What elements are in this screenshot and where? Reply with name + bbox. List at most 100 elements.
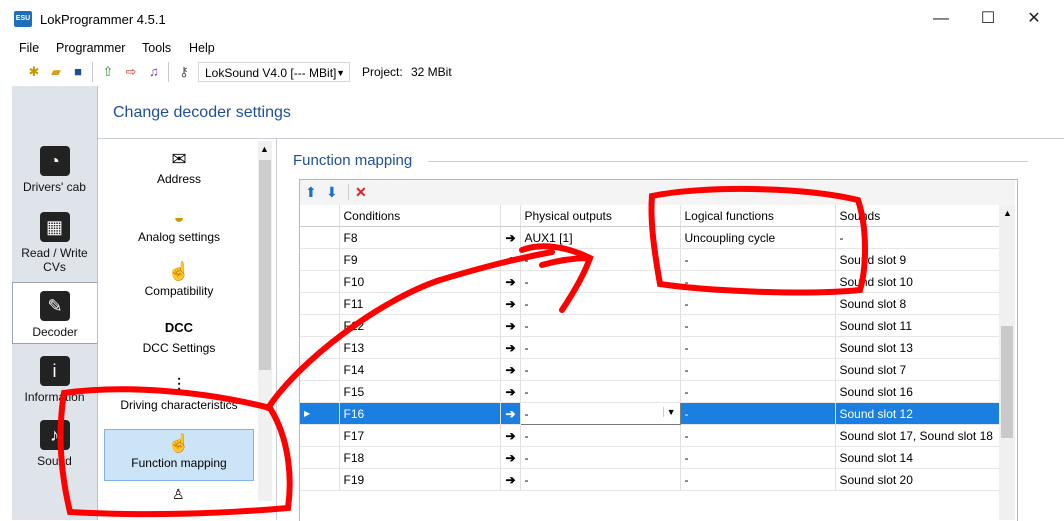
scroll-up-icon[interactable]: ▲ (260, 144, 269, 154)
cell-physical-output[interactable]: - (520, 270, 681, 293)
cell-physical-output[interactable]: - (520, 380, 681, 403)
nav-sound[interactable]: ♪ Sound (12, 420, 97, 468)
table-row[interactable]: ▶ F16 ➔ - ▼ - Sound slot 12 (300, 402, 1000, 425)
cell-sound[interactable]: Sound slot 9 (835, 248, 1000, 271)
delete-icon[interactable]: ✕ (355, 184, 367, 201)
column-header-sounds[interactable]: Sounds (835, 205, 1000, 227)
cell-condition[interactable]: F12 (339, 314, 501, 337)
cell-sound[interactable]: Sound slot 16 (835, 380, 1000, 403)
table-row[interactable]: F10 ➔ - - Sound slot 10 (300, 270, 1000, 293)
cell-physical-output[interactable]: - (520, 358, 681, 381)
category-analog-settings[interactable]: ◒ Analog settings (104, 206, 254, 244)
cell-physical-output[interactable]: - (520, 446, 681, 469)
new-file-icon[interactable]: ✱ (26, 64, 42, 80)
category-address[interactable]: ✉ Address (104, 148, 254, 186)
cell-condition[interactable]: F8 (339, 226, 501, 249)
open-folder-icon[interactable]: ▰ (48, 64, 64, 80)
cell-sound[interactable]: Sound slot 10 (835, 270, 1000, 293)
table-row[interactable]: F8 ➔ AUX1 [1] Uncoupling cycle - (300, 226, 1000, 249)
cell-condition[interactable]: F11 (339, 292, 501, 315)
cell-sound[interactable]: Sound slot 13 (835, 336, 1000, 359)
cell-condition[interactable]: F18 (339, 446, 501, 469)
cell-logical-function[interactable]: - (680, 248, 836, 271)
cell-sound[interactable]: Sound slot 11 (835, 314, 1000, 337)
cell-logical-function[interactable]: - (680, 424, 836, 447)
table-row[interactable]: F9 ➔ - - Sound slot 9 (300, 248, 1000, 271)
cell-sound[interactable]: Sound slot 12 (835, 402, 1000, 425)
table-row[interactable]: F11 ➔ - - Sound slot 8 (300, 292, 1000, 315)
category-next-icon[interactable]: ♙ (172, 486, 185, 503)
cell-physical-output[interactable]: - ▼ (519, 402, 681, 425)
cell-sound[interactable]: Sound slot 20 (835, 468, 1000, 491)
cell-logical-function[interactable]: Uncoupling cycle (680, 226, 836, 249)
column-header-physical-outputs[interactable]: Physical outputs (520, 205, 681, 227)
grid-scrollbar-thumb[interactable] (1001, 326, 1013, 438)
decoder-type-select[interactable]: LokSound V4.0 [--- MBit] ▼ (198, 62, 350, 82)
column-header-conditions[interactable]: Conditions (339, 205, 501, 227)
table-row[interactable]: F14 ➔ - - Sound slot 7 (300, 358, 1000, 381)
table-row[interactable]: F15 ➔ - - Sound slot 16 (300, 380, 1000, 403)
cell-condition[interactable]: F9 (339, 248, 501, 271)
menu-tools[interactable]: Tools (142, 41, 171, 55)
cell-condition[interactable]: F17 (339, 424, 501, 447)
category-compatibility[interactable]: ☝ Compatibility (104, 260, 254, 298)
minimize-button[interactable]: — (926, 6, 956, 32)
cell-physical-output[interactable]: - (520, 248, 681, 271)
cell-condition[interactable]: F16 (339, 402, 501, 425)
menu-file[interactable]: File (19, 41, 39, 55)
cell-logical-function[interactable]: - (680, 358, 836, 381)
nav-information[interactable]: i Information (12, 356, 97, 404)
cell-condition[interactable]: F13 (339, 336, 501, 359)
category-scrollbar-thumb[interactable] (259, 160, 271, 370)
table-row[interactable]: F17 ➔ - - Sound slot 17, Sound slot 18 (300, 424, 1000, 447)
column-header-logical-functions[interactable]: Logical functions (680, 205, 836, 227)
cell-condition[interactable]: F10 (339, 270, 501, 293)
cell-sound[interactable]: Sound slot 8 (835, 292, 1000, 315)
cell-logical-function[interactable]: - (680, 468, 836, 491)
cell-logical-function[interactable]: - (680, 270, 836, 293)
cell-physical-output[interactable]: - (520, 424, 681, 447)
cell-logical-function[interactable]: - (680, 336, 836, 359)
read-decoder-icon[interactable]: ⇧ (100, 64, 116, 80)
cell-physical-output[interactable]: - (520, 314, 681, 337)
cell-sound[interactable]: Sound slot 7 (835, 358, 1000, 381)
key-icon[interactable]: ⚷ (176, 64, 192, 80)
save-icon[interactable]: ■ (70, 64, 86, 80)
table-row[interactable]: F13 ➔ - - Sound slot 13 (300, 336, 1000, 359)
category-dcc-settings[interactable]: DCC DCC Settings (104, 317, 254, 355)
category-driving-characteristics[interactable]: ⫶ Driving characteristics (104, 374, 254, 412)
section-title: Function mapping (293, 152, 413, 169)
cell-physical-output[interactable]: - (520, 468, 681, 491)
nav-read-write-cvs[interactable]: ▦ Read / Write CVs (12, 212, 97, 274)
category-function-mapping[interactable]: ☝ Function mapping (104, 429, 254, 481)
cell-sound[interactable]: Sound slot 17, Sound slot 18 (835, 424, 1000, 447)
menu-help[interactable]: Help (189, 41, 215, 55)
cell-sound[interactable]: Sound slot 14 (835, 446, 1000, 469)
cell-logical-function[interactable]: - (680, 380, 836, 403)
cell-logical-function[interactable]: - (680, 446, 836, 469)
cell-physical-output[interactable]: - (520, 336, 681, 359)
nav-drivers-cab[interactable]: ◔ Drivers' cab (12, 146, 97, 194)
chevron-down-icon[interactable]: ▼ (662, 406, 676, 417)
menu-programmer[interactable]: Programmer (56, 41, 125, 55)
cell-condition[interactable]: F15 (339, 380, 501, 403)
move-down-icon[interactable]: ⬇ (326, 184, 338, 201)
close-button[interactable]: ✕ (1019, 6, 1049, 32)
cell-logical-function[interactable]: - (680, 292, 836, 315)
table-row[interactable]: F19 ➔ - - Sound slot 20 (300, 468, 1000, 491)
table-row[interactable]: F12 ➔ - - Sound slot 11 (300, 314, 1000, 337)
cell-logical-function[interactable]: - (680, 314, 836, 337)
move-up-icon[interactable]: ⬆ (305, 184, 317, 201)
write-decoder-icon[interactable]: ⇨ (123, 64, 139, 80)
table-row[interactable]: F18 ➔ - - Sound slot 14 (300, 446, 1000, 469)
cell-condition[interactable]: F19 (339, 468, 501, 491)
maximize-button[interactable]: ☐ (973, 6, 1003, 32)
nav-decoder[interactable]: ✎ Decoder (12, 282, 97, 344)
cell-logical-function[interactable]: - (680, 402, 836, 425)
cell-sound[interactable]: - (835, 226, 1000, 249)
scroll-up-icon[interactable]: ▲ (1003, 208, 1012, 218)
cell-physical-output[interactable]: AUX1 [1] (520, 226, 681, 249)
cell-condition[interactable]: F14 (339, 358, 501, 381)
cell-physical-output[interactable]: - (520, 292, 681, 315)
write-sound-icon[interactable]: ♫ (146, 64, 162, 80)
